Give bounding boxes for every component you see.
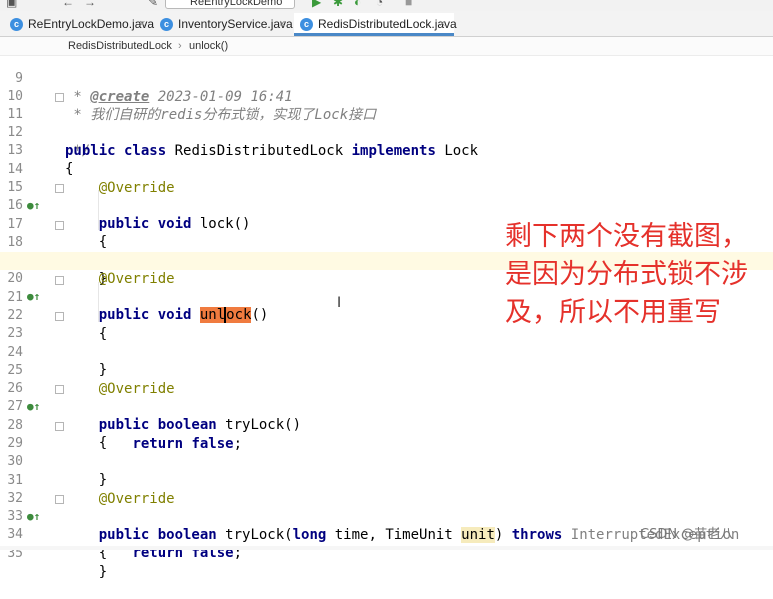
tab-redisdistributedlock[interactable]: c RedisDistributedLock.java × <box>294 13 457 36</box>
breadcrumb-method[interactable]: unlock() <box>189 40 228 52</box>
coverage-icon[interactable]: ◐ <box>354 0 361 9</box>
code-line: 28 return false; <box>0 399 773 452</box>
code-line: 15 ●↑ public void lock() <box>0 161 773 232</box>
breadcrumb-class[interactable]: RedisDistributedLock <box>68 40 172 52</box>
fold-marker-icon[interactable] <box>55 93 64 102</box>
code-line: 25 @Override <box>0 344 773 397</box>
code-line: 11 */ <box>0 88 773 159</box>
watermark: CSDN @苗老八 <box>640 527 734 542</box>
run-icon[interactable]: ▶ <box>312 0 321 9</box>
debug-icon[interactable]: ✱ <box>333 0 343 9</box>
close-icon[interactable]: × <box>279 13 285 36</box>
bottom-edge <box>0 546 773 550</box>
tab-reentrylockdemo[interactable]: c ReEntryLockDemo.java × <box>4 13 155 36</box>
run-configuration-select[interactable]: ReEntryLockDemo <box>165 0 295 9</box>
editor-tabs: c ReEntryLockDemo.java × c InventoryServ… <box>0 11 773 37</box>
code-line: 27 { <box>0 380 773 451</box>
profile-icon[interactable]: ◔ <box>376 0 383 9</box>
fold-marker-icon[interactable] <box>55 276 64 285</box>
build-hammer-icon[interactable]: ✎ <box>148 0 158 9</box>
close-icon[interactable]: × <box>139 13 145 36</box>
code-line: 29 } <box>0 417 773 488</box>
code-line: 33 { <box>0 490 773 561</box>
breadcrumb-separator-icon: › <box>178 40 182 52</box>
close-icon[interactable]: × <box>439 13 445 36</box>
fold-marker-icon[interactable] <box>55 221 64 230</box>
fold-marker-icon[interactable] <box>55 385 64 394</box>
java-class-icon: c <box>300 18 313 31</box>
forward-arrow-icon[interactable]: → <box>84 0 96 9</box>
back-arrow-icon[interactable]: ← <box>62 0 74 9</box>
code-line: 14 @Override <box>0 143 773 196</box>
run-configuration-label: ReEntryLockDemo <box>190 0 283 8</box>
stop-icon[interactable]: ■ <box>405 0 412 9</box>
code-line: 13 { <box>0 124 773 177</box>
code-line: 9 * @create 2023-01-09 16:41 <box>0 52 773 105</box>
fold-marker-icon[interactable] <box>55 312 64 321</box>
fold-marker-icon[interactable] <box>55 184 64 193</box>
save-icon[interactable]: ▣ <box>6 0 17 9</box>
tab-label: ReEntryLockDemo.java <box>28 17 155 31</box>
code-line: 16 { <box>0 179 773 250</box>
tab-inventoryservice[interactable]: c InventoryService.java × <box>154 13 293 36</box>
tab-label: InventoryService.java <box>178 17 293 31</box>
code-line: 12 public class RedisDistributedLock imp… <box>0 106 773 159</box>
tab-label: RedisDistributedLock.java <box>318 17 457 31</box>
java-class-icon: c <box>160 18 173 31</box>
fold-marker-icon[interactable] <box>55 422 64 431</box>
code-line: 31 @Override <box>0 454 773 507</box>
code-line: 26 ●↑ public boolean tryLock() <box>0 362 773 433</box>
code-line: 10 * 我们自研的redis分布式锁，实现了Lock接口 <box>0 70 773 123</box>
code-line: 32 ●↑ public boolean tryLock(long time, … <box>0 472 773 543</box>
code-line: 17 <box>0 198 773 232</box>
code-line: 30 <box>0 435 773 469</box>
java-class-icon: c <box>10 18 23 31</box>
main-toolbar: ▣ ← → ✎ ReEntryLockDemo ▶ ✱ ◐ ◔ ■ <box>0 0 773 11</box>
fold-marker-icon[interactable] <box>55 495 64 504</box>
text-cursor-icon: I <box>337 295 342 311</box>
annotation-note: 剩下两个没有截图，是因为分布式锁不涉及，所以不用重写 <box>505 221 748 328</box>
code-text: } <box>65 564 108 580</box>
